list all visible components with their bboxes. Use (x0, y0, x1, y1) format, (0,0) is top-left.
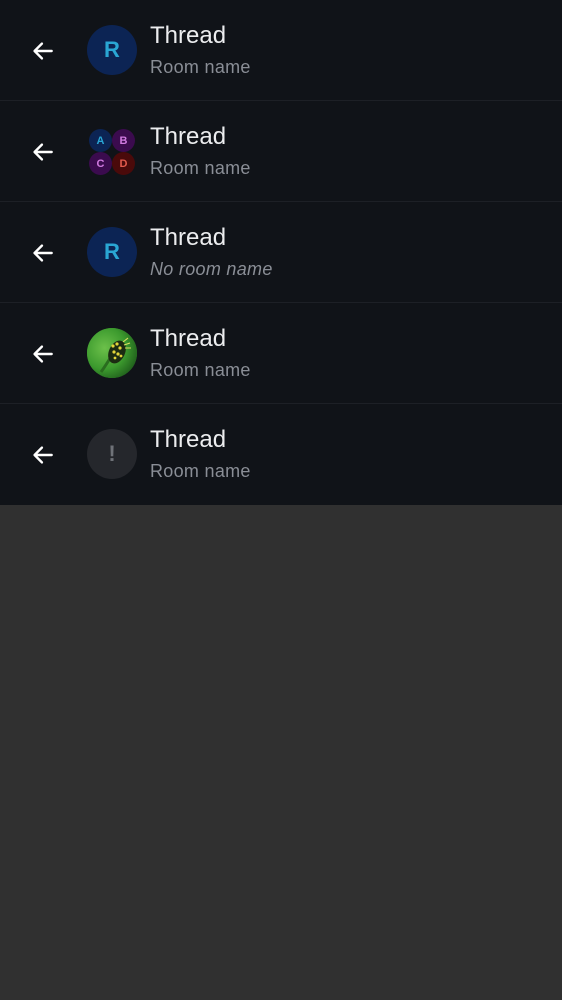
cluster-avatar-a: A (89, 129, 112, 152)
arrow-left-icon (33, 446, 53, 464)
room-name: Room name (150, 158, 251, 178)
room-avatar-error: ! (87, 429, 137, 479)
back-button[interactable] (28, 339, 58, 369)
room-name: Room name (150, 57, 251, 77)
cluster-avatar-c: C (89, 152, 112, 175)
room-name: No room name (150, 259, 273, 279)
arrow-left-icon (33, 42, 53, 60)
avatar-initial: R (104, 239, 120, 264)
thread-title: Thread (150, 22, 227, 49)
room-avatar: R (87, 227, 137, 277)
cluster-avatar-b: B (112, 129, 135, 152)
thread-title: Thread (150, 123, 227, 150)
thread-header-row: R Thread Room name (0, 0, 562, 101)
back-button[interactable] (28, 440, 58, 470)
back-button[interactable] (28, 238, 58, 268)
arrow-left-icon (33, 345, 53, 363)
back-button[interactable] (28, 36, 58, 66)
thread-title: Thread (150, 325, 227, 352)
room-name: Room name (150, 461, 251, 481)
thread-header-row: Thread Room name (0, 303, 562, 404)
cluster-avatar-d: D (112, 152, 135, 175)
thread-title: Thread (150, 426, 227, 453)
room-avatar-cluster: A B C D (87, 126, 137, 176)
avatar-initial: R (104, 37, 120, 62)
caterpillar-image (87, 328, 137, 378)
room-name: Room name (150, 360, 251, 380)
arrow-left-icon (33, 244, 53, 262)
room-avatar-photo (87, 328, 137, 378)
thread-header-row: R Thread No room name (0, 202, 562, 303)
back-button[interactable] (28, 137, 58, 167)
thread-top-bar-list: R Thread Room name A B C D Thread Room n… (0, 0, 562, 505)
thread-title: Thread (150, 224, 227, 251)
thread-header-row: A B C D Thread Room name (0, 101, 562, 202)
thread-header-row: ! Thread Room name (0, 404, 562, 505)
exclamation-icon: ! (108, 441, 116, 466)
arrow-left-icon (33, 143, 53, 161)
room-avatar: R (87, 25, 137, 75)
